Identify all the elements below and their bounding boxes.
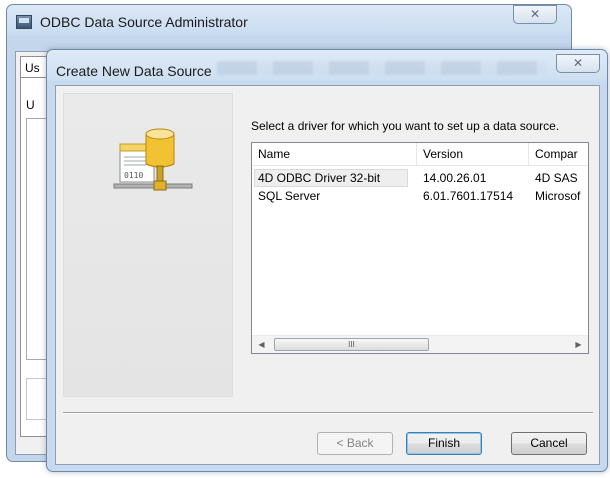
scrollbar-thumb[interactable]: III	[274, 338, 429, 351]
window-title: ODBC Data Source Administrator	[40, 14, 248, 30]
odbc-app-icon	[16, 15, 32, 29]
horizontal-scrollbar[interactable]: ◀ III ▶	[252, 335, 588, 353]
driver-company: Microsof	[535, 189, 581, 203]
column-header-company[interactable]: Compar	[529, 143, 588, 166]
close-icon: ✕	[529, 7, 541, 21]
separator-line	[63, 412, 593, 414]
dialog-client-area: 0110 Select a driver for which you want …	[55, 85, 600, 465]
grip-icon: III	[348, 340, 355, 349]
dialog-close-button[interactable]: ✕	[556, 54, 600, 73]
panel-label: U	[26, 98, 35, 112]
column-header-version[interactable]: Version	[417, 143, 529, 166]
driver-company: 4D SAS	[535, 171, 578, 185]
close-icon: ✕	[572, 56, 584, 70]
database-with-document-network-icon: 0110	[113, 128, 193, 191]
finish-button[interactable]: Finish	[406, 432, 482, 455]
driver-version: 14.00.26.01	[423, 171, 487, 185]
scroll-right-arrow-icon[interactable]: ▶	[570, 336, 587, 353]
driver-list[interactable]: Name Version Compar 4D ODBC Driver 32-bi…	[251, 142, 589, 354]
create-new-data-source-dialog: Create New Data Source ✕ 0110 Select a d…	[46, 49, 608, 472]
instruction-text: Select a driver for which you want to se…	[251, 119, 560, 133]
close-button[interactable]: ✕	[513, 5, 557, 24]
driver-version: 6.01.7601.17514	[423, 189, 514, 203]
list-item[interactable]: SQL Server 6.01.7601.17514 Microsof	[252, 187, 588, 205]
scroll-left-arrow-icon[interactable]: ◀	[253, 336, 270, 353]
list-header: Name Version Compar	[252, 143, 588, 167]
blurred-background-tabs	[217, 61, 547, 75]
wizard-art-panel: 0110	[63, 93, 233, 397]
back-button[interactable]: < Back	[317, 432, 393, 455]
cancel-button[interactable]: Cancel	[511, 432, 587, 455]
driver-name: SQL Server	[258, 189, 321, 203]
column-header-name[interactable]: Name	[252, 143, 417, 166]
list-item[interactable]: 4D ODBC Driver 32-bit 14.00.26.01 4D SAS	[252, 169, 588, 187]
dialog-title: Create New Data Source	[56, 63, 212, 79]
tab-label: Us	[25, 61, 40, 75]
svg-text:0110: 0110	[124, 171, 143, 180]
driver-name: 4D ODBC Driver 32-bit	[258, 171, 381, 185]
